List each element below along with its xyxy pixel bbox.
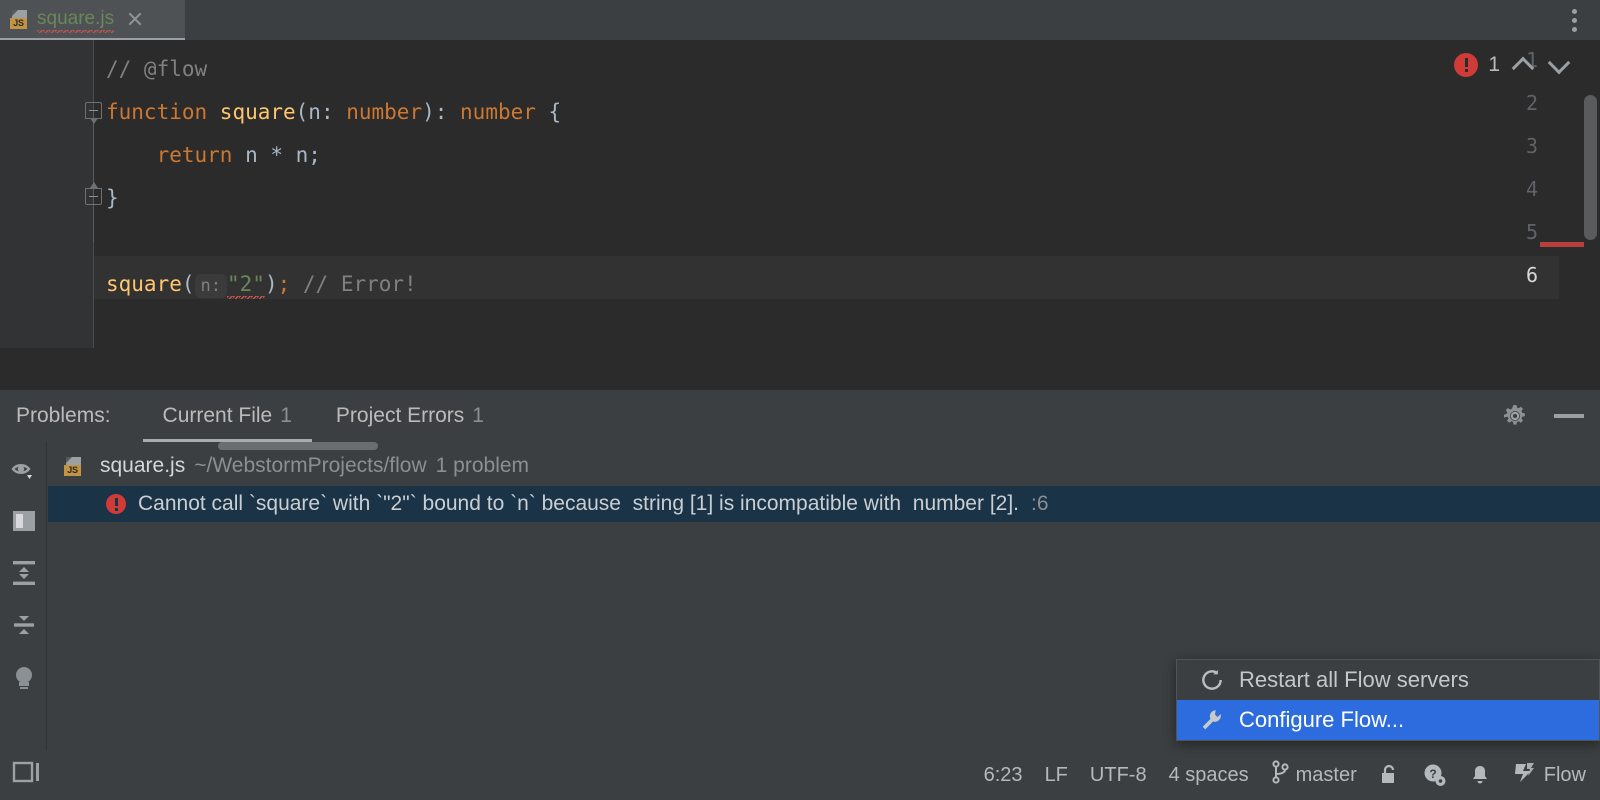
git-branch-icon [1271, 760, 1289, 790]
layout-toggle-icon[interactable] [10, 759, 42, 791]
error-message: Cannot call `square` with `"2"` bound to… [138, 492, 1019, 516]
tab-current-file-label: Current File [163, 404, 273, 428]
close-icon[interactable] [126, 10, 144, 28]
editor-error-navigation[interactable]: 1 [1454, 52, 1572, 78]
indent-setting[interactable]: 4 spaces [1169, 764, 1249, 787]
code-fold-region-line [93, 110, 94, 242]
wrench-icon [1199, 707, 1225, 733]
chevron-down-icon[interactable] [1546, 52, 1572, 78]
svg-text:?: ? [1429, 767, 1436, 781]
problems-panel-header: Problems: Current File 1 Project Errors … [0, 390, 1600, 442]
status-bar-items: 6:23 LF UTF-8 4 spaces master [984, 760, 1586, 790]
menu-item-label: Restart all Flow servers [1239, 667, 1469, 693]
minimize-icon[interactable] [1554, 414, 1584, 418]
ide-window: JS square.js 1 2 3 4 5 6 // @flow functi… [0, 0, 1600, 800]
flow-context-menu[interactable]: Restart all Flow servers Configure Flow.… [1176, 659, 1600, 741]
caret-position[interactable]: 6:23 [984, 764, 1023, 787]
fold-collapse-icon[interactable] [85, 102, 102, 119]
tab-project-errors-count: 1 [472, 404, 484, 428]
tab-project-errors[interactable]: Project Errors 1 [314, 390, 506, 442]
flow-icon [1513, 760, 1537, 790]
js-file-icon: JS [10, 10, 29, 29]
error-count: 1 [1488, 53, 1500, 77]
expand-all-icon[interactable] [0, 550, 47, 596]
status-bar: 6:23 LF UTF-8 4 spaces master [0, 750, 1600, 800]
code-line-3: return n * n; [106, 134, 321, 177]
code-line-6: square(n:"2"); // Error! [106, 263, 417, 306]
git-branch-label: master [1296, 764, 1357, 787]
error-location: :6 [1031, 492, 1049, 516]
table-row-error[interactable]: Cannot call `square` with `"2"` bound to… [48, 486, 1600, 522]
file-encoding[interactable]: UTF-8 [1090, 764, 1147, 787]
inspection-settings-icon[interactable]: ? [1421, 762, 1447, 788]
refresh-icon [1199, 667, 1225, 693]
editor-tab-bar: JS square.js [0, 0, 1600, 40]
flow-widget[interactable]: Flow [1513, 760, 1586, 790]
preview-layout-icon[interactable] [0, 498, 47, 544]
git-branch-widget[interactable]: master [1271, 760, 1357, 790]
table-row-file[interactable]: JS square.js ~/WebstormProjects/flow 1 p… [48, 448, 1600, 484]
code-line-1: // @flow [106, 48, 207, 91]
string-literal-with-error: "2" [227, 272, 265, 296]
chevron-up-icon[interactable] [1510, 52, 1536, 78]
problem-file-path: ~/WebstormProjects/flow [194, 454, 426, 478]
problem-file-count: 1 problem [436, 454, 529, 478]
code-editor[interactable]: 1 2 3 4 5 6 // @flow function square(n: … [0, 40, 1600, 348]
editor-gutter[interactable] [0, 40, 94, 348]
js-file-icon: JS [64, 457, 83, 476]
error-icon [106, 494, 126, 514]
code-line-2: function square(n: number): number { [106, 91, 561, 134]
kebab-menu-icon[interactable] [1564, 6, 1584, 34]
problems-panel-toolbar [0, 442, 47, 750]
line-separator[interactable]: LF [1045, 764, 1068, 787]
menu-item-label: Configure Flow... [1239, 707, 1404, 733]
menu-item-configure-flow[interactable]: Configure Flow... [1177, 700, 1599, 740]
editor-tab-label: square.js [37, 8, 114, 31]
unlocked-padlock-icon[interactable] [1379, 763, 1399, 787]
error-icon [1454, 53, 1478, 77]
tab-current-file[interactable]: Current File 1 [141, 390, 314, 442]
panel-title: Problems: [16, 404, 111, 428]
bell-icon[interactable] [1469, 763, 1491, 787]
editor-bottom-area [0, 348, 1600, 390]
collapse-all-icon[interactable] [0, 602, 47, 648]
menu-item-restart-all-flow-servers[interactable]: Restart all Flow servers [1177, 660, 1599, 700]
flow-label: Flow [1544, 764, 1586, 787]
eye-with-dropdown-icon[interactable] [0, 448, 47, 494]
fold-collapse-icon[interactable] [85, 188, 102, 205]
editor-vertical-scrollbar[interactable] [1584, 95, 1597, 240]
code-line-4: } [106, 177, 119, 220]
panel-header-actions [1502, 403, 1584, 429]
editor-tab-square-js[interactable]: JS square.js [0, 0, 185, 38]
parameter-hint: n: [195, 274, 227, 298]
gear-icon[interactable] [1502, 403, 1528, 429]
lightbulb-icon[interactable] [0, 654, 47, 700]
error-stripe-marker[interactable] [1540, 242, 1584, 247]
tab-current-file-count: 1 [280, 404, 292, 428]
tab-project-errors-label: Project Errors [336, 404, 464, 428]
problem-file-name: square.js [100, 454, 185, 478]
code-text-area[interactable]: // @flow function square(n: number): num… [106, 40, 1536, 348]
